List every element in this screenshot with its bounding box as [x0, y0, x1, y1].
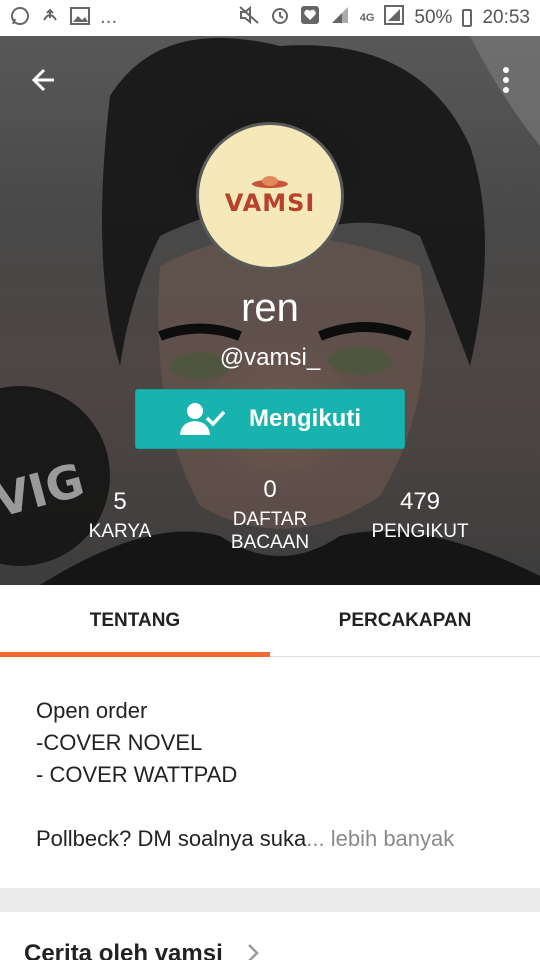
- works-section[interactable]: Cerita oleh vamsi_: [0, 912, 540, 960]
- following-label: Mengikuti: [249, 405, 361, 432]
- stat-reading-lists-count: 0: [263, 476, 277, 503]
- about-section: Open order -COVER NOVEL - COVER WATTPAD …: [0, 657, 540, 888]
- stat-works-label: KARYA: [88, 521, 152, 542]
- username: @vamsi_: [219, 344, 321, 371]
- read-more-link[interactable]: lebih banyak: [331, 826, 455, 851]
- section-divider: [0, 888, 540, 912]
- mute-icon: [238, 5, 260, 31]
- stat-reading-lists-label-1: DAFTAR: [232, 509, 308, 530]
- stat-followers-count: 479: [399, 488, 441, 515]
- about-text: Open order -COVER NOVEL - COVER WATTPAD …: [36, 695, 454, 855]
- whatsapp-icon: [10, 6, 30, 30]
- display-name: ren: [241, 286, 299, 330]
- stat-works-count: 5: [113, 488, 127, 515]
- stat-followers-label: PENGIKUT: [371, 521, 469, 542]
- stat-reading-lists[interactable]: 0 DAFTAR BACAAN: [200, 476, 340, 554]
- network-type: 4G: [359, 12, 375, 24]
- tab-conversations[interactable]: PERCAKAPAN: [270, 585, 540, 656]
- tab-about-label: TENTANG: [89, 609, 181, 631]
- back-button[interactable]: [22, 58, 66, 102]
- more-vertical-icon: [503, 67, 509, 93]
- stat-reading-lists-label-2: BACAAN: [230, 532, 310, 553]
- about-line: -COVER NOVEL: [36, 730, 203, 755]
- avatar-logo: VAMSI: [225, 175, 316, 217]
- upload-icon: [40, 6, 60, 30]
- overflow-menu-button[interactable]: [486, 60, 526, 100]
- user-check-icon: [180, 403, 225, 435]
- ufo-icon: [252, 176, 288, 188]
- stat-works[interactable]: 5 KARYA: [60, 488, 180, 543]
- about-line: Open order: [36, 698, 148, 723]
- signal-icon-2: [384, 5, 405, 31]
- image-icon: [70, 7, 90, 29]
- about-ellipsis: ...: [306, 826, 325, 851]
- avatar: VAMSI: [196, 122, 344, 270]
- about-blank-line: [36, 791, 454, 823]
- more-icon: ...: [100, 7, 118, 28]
- alarm-icon: [270, 5, 290, 31]
- signal-icon: [330, 5, 350, 31]
- works-title: Cerita oleh vamsi_: [24, 940, 237, 960]
- battery-icon: [462, 9, 473, 27]
- heart-icon: [300, 5, 320, 31]
- status-bar: ... 4G 50% 20:53: [0, 0, 540, 36]
- battery-percent: 50%: [414, 7, 453, 28]
- about-line: Pollbeck? DM soalnya suka: [36, 826, 307, 851]
- back-arrow-icon: [31, 68, 54, 92]
- about-line-truncated: Pollbeck? DM soalnya suka... lebih banya…: [36, 823, 454, 855]
- clock: 20:53: [482, 7, 530, 28]
- stat-followers[interactable]: 479 PENGIKUT: [355, 488, 485, 543]
- avatar-logo-text: VAMSI: [224, 189, 316, 217]
- tab-conversations-label: PERCAKAPAN: [338, 609, 472, 631]
- chevron-right-icon: [248, 944, 259, 960]
- profile-header: VIG VAMSI ren @vamsi_ Mengikuti 5 KARYA …: [0, 36, 540, 585]
- profile-tabs: TENTANG PERCAKAPAN: [0, 585, 540, 657]
- tab-about[interactable]: TENTANG: [0, 585, 270, 657]
- following-button[interactable]: Mengikuti: [135, 389, 405, 449]
- about-line: - COVER WATTPAD: [36, 762, 238, 787]
